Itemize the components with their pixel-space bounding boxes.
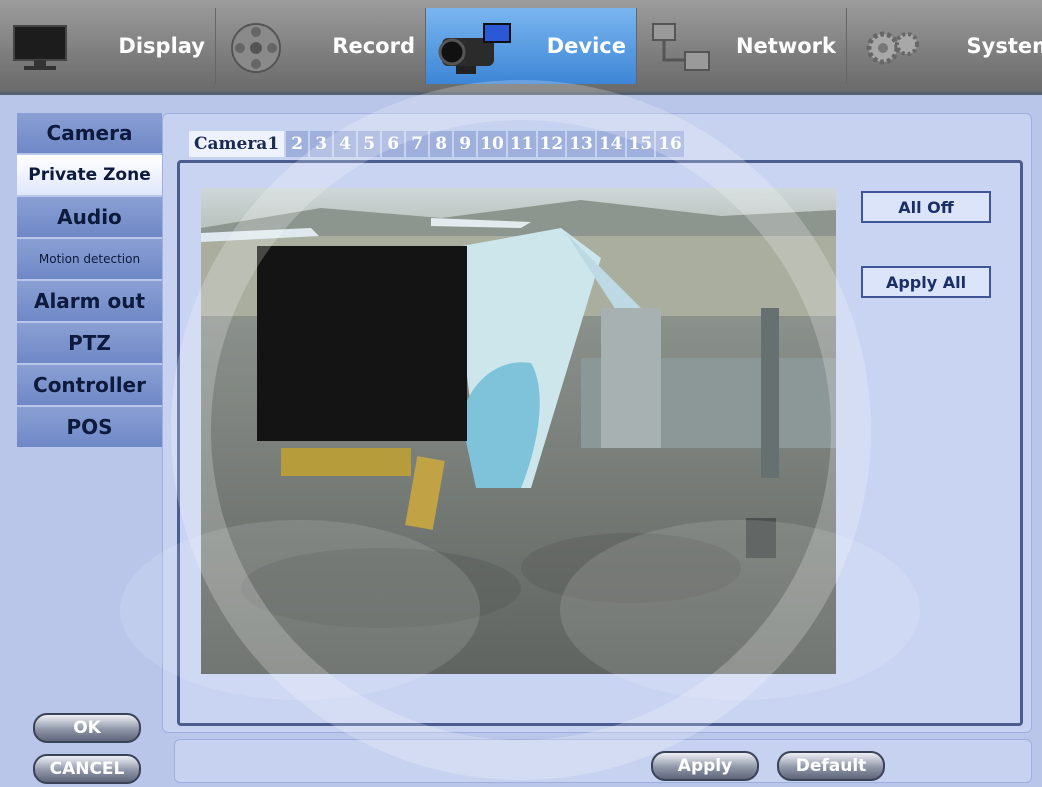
tab-camera-2[interactable]: 2 [286, 131, 309, 157]
nav-tab-record[interactable]: Record [216, 8, 426, 84]
gears-icon [866, 31, 919, 65]
nav-tab-label: Device [546, 34, 626, 58]
sidebar-item-alarm-out[interactable]: Alarm out [17, 281, 162, 321]
film-reel-icon [231, 23, 281, 73]
tab-camera-7[interactable]: 7 [406, 131, 429, 157]
nav-tab-label: Display [118, 34, 205, 58]
sidebar-item-controller[interactable]: Controller [17, 365, 162, 405]
sidebar-item-motion-detection[interactable]: Motion detection [17, 239, 162, 279]
tab-camera-15[interactable]: 15 [626, 131, 655, 157]
tab-camera-1[interactable]: Camera1 [189, 131, 285, 157]
tab-camera-9[interactable]: 9 [454, 131, 477, 157]
network-icon [652, 23, 710, 71]
nav-tab-label: Record [332, 34, 415, 58]
sidebar-item-camera[interactable]: Camera [17, 113, 162, 153]
cancel-button[interactable]: CANCEL [33, 754, 141, 784]
nav-tab-system[interactable]: System [847, 8, 1042, 84]
tab-camera-5[interactable]: 5 [358, 131, 381, 157]
camcorder-icon [438, 23, 511, 74]
tab-camera-4[interactable]: 4 [334, 131, 357, 157]
camera-tabs: Camera1 2 3 4 5 6 7 8 9 10 11 12 13 14 1… [189, 131, 686, 157]
tab-camera-13[interactable]: 13 [567, 131, 595, 157]
ok-button[interactable]: OK [33, 713, 141, 743]
default-button[interactable]: Default [777, 751, 885, 781]
camera-preview[interactable] [201, 188, 836, 674]
monitor-icon [13, 25, 67, 70]
top-nav-bar: Display Record Device Network Syste [0, 0, 1042, 95]
sidebar-item-pos[interactable]: POS [17, 407, 162, 447]
nav-tab-device[interactable]: Device [426, 8, 637, 84]
bottom-bar [174, 739, 1032, 783]
tab-camera-16[interactable]: 16 [656, 131, 684, 157]
sidebar-item-audio[interactable]: Audio [17, 197, 162, 237]
nav-tab-display[interactable]: Display [0, 8, 216, 84]
sidebar-item-private-zone[interactable]: Private Zone [17, 155, 162, 195]
nav-tab-label: Network [735, 34, 836, 58]
apply-button[interactable]: Apply [651, 751, 759, 781]
tab-camera-8[interactable]: 8 [430, 131, 453, 157]
nav-tab-network[interactable]: Network [637, 8, 847, 84]
apply-all-button[interactable]: Apply All [861, 266, 991, 298]
nav-tab-label: System [966, 34, 1042, 58]
tab-camera-10[interactable]: 10 [478, 131, 506, 157]
tab-camera-6[interactable]: 6 [382, 131, 405, 157]
tab-camera-11[interactable]: 11 [507, 131, 536, 157]
private-zone-mask[interactable] [257, 246, 467, 441]
tab-camera-3[interactable]: 3 [310, 131, 333, 157]
all-off-button[interactable]: All Off [861, 191, 991, 223]
tab-camera-12[interactable]: 12 [537, 131, 566, 157]
sidebar-menu: Camera Private Zone Audio Motion detecti… [17, 113, 162, 449]
tab-camera-14[interactable]: 14 [596, 131, 625, 157]
sidebar-item-ptz[interactable]: PTZ [17, 323, 162, 363]
